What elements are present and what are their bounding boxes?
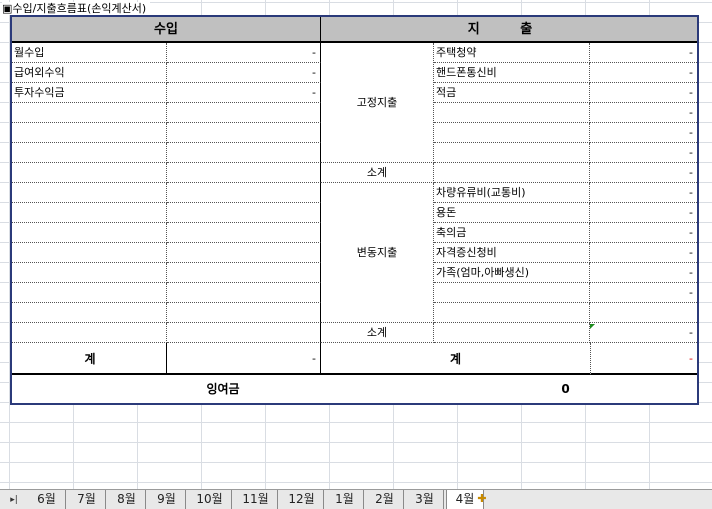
sheet-tab[interactable]: 2월 [366,490,404,509]
tab-scroll-icon[interactable]: ▸| [4,493,24,507]
income-row-value[interactable] [167,323,321,343]
expense-subtotal-label-variable[interactable]: 소계 [321,323,434,343]
expense-subtotal-empty[interactable] [434,323,590,343]
expense-total-label[interactable]: 계 [321,343,590,375]
income-row-value[interactable] [167,283,321,303]
income-row-label[interactable]: 급여외수익 [12,63,167,83]
expense-item-label[interactable] [434,123,590,143]
expense-item-value[interactable]: - [590,243,697,263]
surplus-label[interactable]: 잉여금 [12,375,434,403]
expense-item-value[interactable]: - [590,103,697,123]
expense-item-value[interactable]: - [590,83,697,103]
expense-item-value[interactable]: - [590,43,697,63]
sheet-title: ▣수입/지출흐름표(손익계산서) [2,2,151,15]
sheet-tab[interactable]: 11월 [234,490,278,509]
expense-item-value[interactable]: - [590,143,697,163]
income-row-label[interactable] [12,263,167,283]
surplus-value[interactable]: 0 [434,375,697,403]
income-row-label[interactable] [12,123,167,143]
sheet-tab[interactable]: 6월 [28,490,66,509]
expense-item-value[interactable]: - [590,283,697,303]
expense-item-label[interactable] [434,283,590,303]
income-row-value[interactable] [167,183,321,203]
income-row-value[interactable] [167,263,321,283]
expense-category-fixed[interactable]: 고정지출 [321,43,434,163]
expense-item-label[interactable]: 가족(엄마,아빠생신) [434,263,590,283]
sheet-tab[interactable]: 3월 [406,490,444,509]
sheet-tab-bar: ▸| 6월 7월 8월 9월 10월 11월 12월 1월 2월 3월 4월 ✚ [0,489,712,509]
income-row-value[interactable]: - [167,63,321,83]
sheet-tab[interactable]: 7월 [68,490,106,509]
expense-item-value[interactable]: - [590,183,697,203]
expense-subtotal-value-variable[interactable]: - [590,323,697,343]
expense-item-label[interactable]: 용돈 [434,203,590,223]
income-row-label[interactable]: 투자수익금 [12,83,167,103]
add-sheet-icon[interactable]: ✚ [474,492,490,506]
income-row-label[interactable] [12,163,167,183]
expense-item-label[interactable] [434,143,590,163]
income-row-label[interactable] [12,303,167,323]
income-expense-table: 수입 지 출 월수입 - 급여외수익 - 투자수익금 - 고정지출 주택청약 - 핸드폰통신비 -… [10,15,699,405]
expense-item-value[interactable]: - [590,223,697,243]
income-row-value[interactable] [167,163,321,183]
income-row-value[interactable] [167,103,321,123]
income-row-label[interactable] [12,143,167,163]
income-row-value[interactable]: - [167,83,321,103]
expense-category-variable[interactable]: 변동지출 [321,183,434,323]
income-header[interactable]: 수입 [12,17,321,43]
income-row-value[interactable] [167,223,321,243]
income-row-label[interactable] [12,103,167,123]
expense-item-value[interactable]: - [590,263,697,283]
income-row-label[interactable] [12,183,167,203]
expense-item-value[interactable] [590,303,697,323]
income-total-value[interactable]: - [167,343,321,375]
expense-item-label[interactable]: 축의금 [434,223,590,243]
sheet-tab[interactable]: 1월 [326,490,364,509]
income-row-value[interactable] [167,243,321,263]
cell-comment-marker [590,324,595,329]
income-row-label[interactable] [12,323,167,343]
expense-item-label[interactable]: 적금 [434,83,590,103]
sheet-tab[interactable]: 10월 [188,490,232,509]
expense-subtotal-empty[interactable] [434,163,590,183]
expense-item-label[interactable] [434,103,590,123]
sheet-tab[interactable]: 8월 [108,490,146,509]
income-row-value[interactable] [167,303,321,323]
expense-item-label[interactable]: 주택청약 [434,43,590,63]
expense-item-label[interactable] [434,303,590,323]
expense-item-value[interactable]: - [590,203,697,223]
expense-item-label[interactable]: 핸드폰통신비 [434,63,590,83]
income-row-label[interactable] [12,283,167,303]
income-row-value[interactable]: - [167,43,321,63]
income-row-label[interactable]: 월수입 [12,43,167,63]
expense-subtotal-value-fixed[interactable]: - [590,163,697,183]
sheet-tab[interactable]: 12월 [280,490,324,509]
income-row-value[interactable] [167,203,321,223]
income-total-label[interactable]: 계 [12,343,167,375]
expense-item-label[interactable]: 차량유류비(교통비) [434,183,590,203]
expense-item-label[interactable]: 자격증신청비 [434,243,590,263]
income-row-value[interactable] [167,123,321,143]
expense-total-value[interactable]: - [590,343,697,375]
income-row-value[interactable] [167,143,321,163]
income-row-label[interactable] [12,223,167,243]
expense-subtotal-label-fixed[interactable]: 소계 [321,163,434,183]
income-row-label[interactable] [12,203,167,223]
sheet-tab[interactable]: 9월 [148,490,186,509]
expense-item-value[interactable]: - [590,123,697,143]
income-row-label[interactable] [12,243,167,263]
expense-item-value[interactable]: - [590,63,697,83]
expense-header[interactable]: 지 출 [321,17,697,43]
